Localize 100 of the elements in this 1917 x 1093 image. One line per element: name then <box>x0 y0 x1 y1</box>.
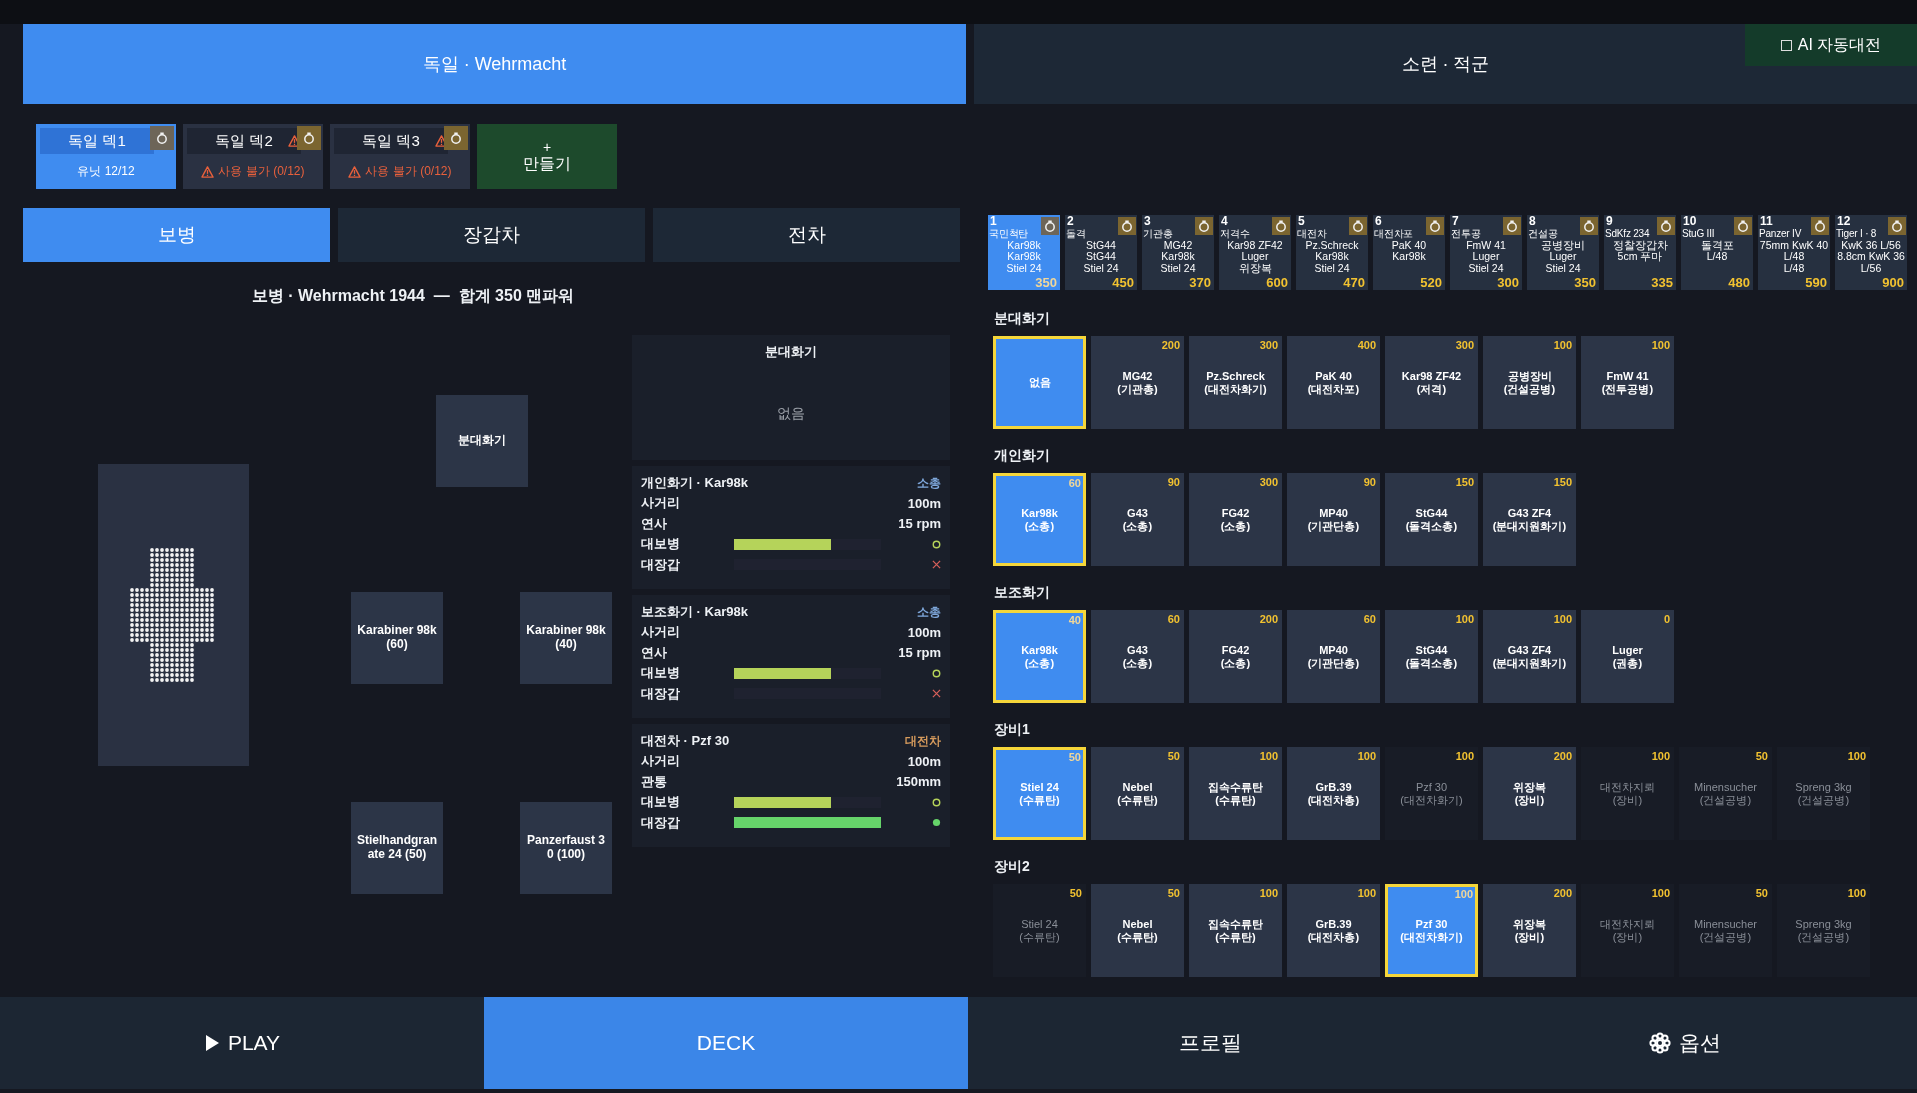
weapon-tile[interactable]: 150 StG44 (돌격소총) <box>1385 473 1478 566</box>
empty-text: 없음 <box>777 405 805 423</box>
deck-card[interactable]: 독일 덱1 유닛 12/12 <box>36 124 176 189</box>
unit-card[interactable]: 8 건설공 공병장비 Luger Stiel 24 350 <box>1527 215 1599 290</box>
weapon-tile[interactable]: 60 G43 (소총) <box>1091 610 1184 703</box>
weapon-tile[interactable]: 150 G43 ZF4 (분대지원화기) <box>1483 473 1576 566</box>
weapon-class: 소총 <box>917 603 941 621</box>
weapon-tile[interactable]: 100 FmW 41 (전투공병) <box>1581 336 1674 429</box>
unit-card[interactable]: 9 SdKfz 234 정찰장갑차 5cm 푸마 335 <box>1604 215 1676 290</box>
weapon-slot[interactable]: Panzerfaust 30 (100) <box>520 802 612 894</box>
unit-card[interactable]: 4 저격수 Kar98 ZF42 Luger 위장복 600 <box>1219 215 1291 290</box>
ring-icon <box>303 131 315 145</box>
section-title: 개인화기 <box>994 447 1050 463</box>
deck-card[interactable]: 독일 덱2 사용 불가 (0/12) <box>183 124 323 189</box>
weapon-tile[interactable]: 200 위장복 (장비) <box>1483 747 1576 840</box>
nav-button[interactable]: 프로필 <box>968 997 1452 1089</box>
stat-label: 대장갑 <box>641 684 681 703</box>
weapon-tile[interactable]: 400 PaK 40 (대전차포) <box>1287 336 1380 429</box>
weapon-tile[interactable]: 60 MP40 (기관단총) <box>1287 610 1380 703</box>
ring-icon <box>1121 219 1133 233</box>
nav-button[interactable]: DECK <box>484 997 968 1089</box>
weapon-tile[interactable]: 300 Pz.Schreck (대전차화기) <box>1189 336 1282 429</box>
unit-card[interactable]: 11 Panzer IV 75mm KwK 40 L/48 L/48 590 <box>1758 215 1830 290</box>
ring-icon <box>1352 219 1364 233</box>
weapon-slot[interactable]: Karabiner 98k (60) <box>351 592 443 684</box>
play-icon <box>203 1034 220 1052</box>
nav-button[interactable]: 옵션 <box>1452 997 1917 1089</box>
nav-button[interactable]: PLAY <box>0 997 484 1089</box>
weapon-tile[interactable]: 100 GrB.39 (대전차총) <box>1287 884 1380 977</box>
section-title: 분대화기 <box>994 310 1050 326</box>
weapon-slot[interactable]: 분대화기 <box>435 395 528 487</box>
weapon-slot[interactable]: Karabiner 98k (40) <box>520 592 612 684</box>
ring-icon <box>1275 219 1287 233</box>
weapon-tile[interactable]: 100 집속수류탄 (수류탄) <box>1189 884 1282 977</box>
weapon-title: 대전차 · Pzf 30 <box>641 732 730 750</box>
ring-icon <box>1429 219 1441 233</box>
stat-value: 100m <box>906 624 941 640</box>
weapon-tile[interactable]: 90 G43 (소총) <box>1091 473 1184 566</box>
stat-label: 사거리 <box>641 752 681 771</box>
stat-label: 사거리 <box>641 623 681 642</box>
ring-icon <box>1044 219 1056 233</box>
unit-type-tab[interactable]: 장갑차 <box>338 208 645 262</box>
deck-summary: 보병 · Wehrmacht 1944 — 합계 350 맨파워 <box>250 286 576 306</box>
create-deck-button[interactable]: + 만들기 <box>477 124 617 189</box>
weapon-tile[interactable]: 100 공병장비 (건설공병) <box>1483 336 1576 429</box>
weapon-slot[interactable]: Stielhandgranate 24 (50) <box>351 802 443 894</box>
ring-icon <box>1737 219 1749 233</box>
stat-label: 대보병 <box>641 535 681 554</box>
weapon-class: 소총 <box>917 474 941 492</box>
ring-icon <box>156 131 168 145</box>
weapon-title: 보조화기 · Kar98k <box>641 603 748 621</box>
ai-auto-checkbox[interactable]: AI 자동대전 <box>1745 24 1917 66</box>
ring-icon <box>1814 219 1826 233</box>
stat-value: 100m <box>906 495 941 511</box>
unit-card[interactable]: 5 대전차 Pz.Schreck Kar98k Stiel 24 470 <box>1296 215 1368 290</box>
settings-icon <box>1648 1032 1671 1054</box>
section-title: 보조화기 <box>994 584 1050 600</box>
deck-card[interactable]: 독일 덱3 사용 불가 (0/12) <box>330 124 470 189</box>
stat-label: 관통 <box>641 772 668 791</box>
unit-card[interactable]: 3 기관총 MG42 Kar98k Stiel 24 370 <box>1142 215 1214 290</box>
weapon-title: 개인화기 · Kar98k <box>641 474 748 492</box>
weapon-tile[interactable]: 100 StG44 (돌격소총) <box>1385 610 1478 703</box>
weapon-tile[interactable]: 200 FG42 (소총) <box>1189 610 1282 703</box>
stat-label: 연사 <box>641 643 668 662</box>
stat-label: 대보병 <box>641 664 681 683</box>
section-title: 장비1 <box>994 721 1030 737</box>
stat-label: 대보병 <box>641 793 681 812</box>
ring-icon <box>1198 219 1210 233</box>
weapon-tile[interactable]: 100 집속수류탄 (수류탄) <box>1189 747 1282 840</box>
unit-card[interactable]: 2 돌격 StG44 StG44 Stiel 24 450 <box>1065 215 1137 290</box>
unit-type-tab[interactable]: 전차 <box>653 208 960 262</box>
warning-icon <box>201 165 215 178</box>
unit-card[interactable]: 10 StuG III 돌격포 L/48 480 <box>1681 215 1753 290</box>
weapon-tile[interactable]: 100 G43 ZF4 (분대지원화기) <box>1483 610 1576 703</box>
weapon-tile[interactable]: 300 Kar98 ZF42 (저격) <box>1385 336 1478 429</box>
weapon-tile[interactable]: 300 FG42 (소총) <box>1189 473 1282 566</box>
weapon-tile[interactable]: 50 Nebel (수류탄) <box>1091 747 1184 840</box>
stat-label: 대장갑 <box>641 555 681 574</box>
stat-label: 대장갑 <box>641 813 681 832</box>
unit-card[interactable]: 6 대전차포 PaK 40 Kar98k 520 <box>1373 215 1445 290</box>
weapon-tile[interactable]: 90 MP40 (기관단총) <box>1287 473 1380 566</box>
ring-icon <box>1583 219 1595 233</box>
stat-value: 15 rpm <box>897 516 941 532</box>
weapon-tile[interactable]: 200 MG42 (기관총) <box>1091 336 1184 429</box>
weapon-tile[interactable]: 100 GrB.39 (대전차총) <box>1287 747 1380 840</box>
section-title: 장비2 <box>994 858 1030 874</box>
stat-value: 15 rpm <box>897 645 941 661</box>
stat-label: 연사 <box>641 514 668 533</box>
ring-icon <box>1506 219 1518 233</box>
ring-icon <box>1660 219 1672 233</box>
unit-card[interactable]: 12 Tiger I · 8 KwK 36 L/56 8.8cm KwK 36 L/56 900 <box>1835 215 1907 290</box>
weapon-class: 대전차 <box>905 732 941 750</box>
panel-title: 분대화기 <box>765 343 817 361</box>
stat-value: 100m <box>906 753 941 769</box>
ring-icon <box>1891 219 1903 233</box>
weapon-tile[interactable]: 200 위장복 (장비) <box>1483 884 1576 977</box>
weapon-tile[interactable]: 0 Luger (권총) <box>1581 610 1674 703</box>
weapon-tile[interactable]: 50 Nebel (수류탄) <box>1091 884 1184 977</box>
stat-value: 150mm <box>895 774 941 790</box>
unit-card[interactable]: 7 전투공 FmW 41 Luger Stiel 24 300 <box>1450 215 1522 290</box>
